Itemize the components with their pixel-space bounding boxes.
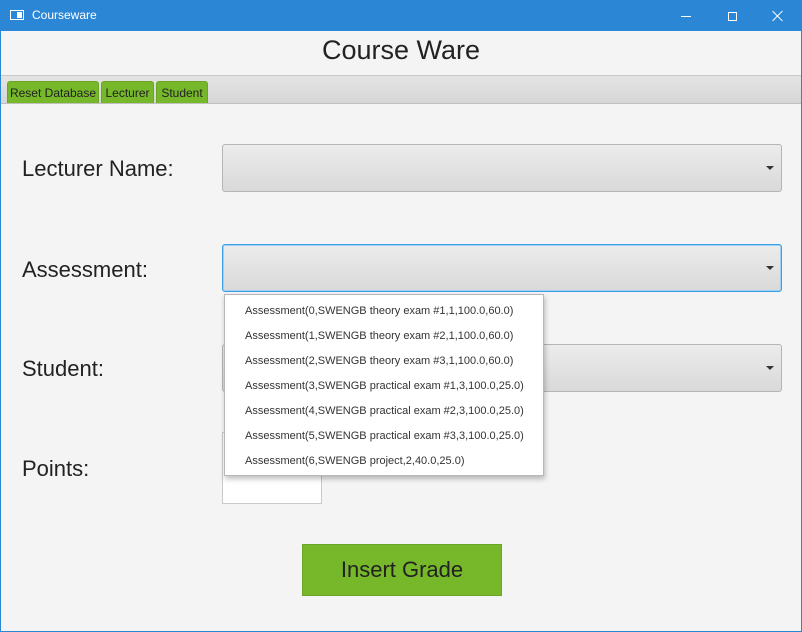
maximize-icon (727, 11, 737, 21)
close-button[interactable] (755, 1, 801, 31)
assessment-dropdown-list: Assessment(0,SWENGB theory exam #1,1,100… (224, 294, 544, 476)
dropdown-option[interactable]: Assessment(2,SWENGB theory exam #3,1,100… (245, 355, 513, 367)
assessment-label: Assessment: (22, 257, 148, 282)
lecturer-name-select[interactable] (222, 144, 782, 192)
tab-reset-database[interactable]: Reset Database (7, 81, 99, 103)
dropdown-option[interactable]: Assessment(4,SWENGB practical exam #2,3,… (245, 405, 524, 417)
chevron-down-icon (766, 166, 774, 170)
page-title: Course Ware (321, 35, 481, 65)
dropdown-option[interactable]: Assessment(1,SWENGB theory exam #2,1,100… (245, 330, 513, 342)
minimize-button[interactable] (663, 1, 709, 31)
tab-lecturer[interactable]: Lecturer (101, 81, 154, 103)
minimize-icon (681, 15, 691, 17)
close-icon (772, 10, 784, 22)
dropdown-option[interactable]: Assessment(6,SWENGB project,2,40.0,25.0) (245, 455, 464, 467)
app-window-icon (10, 10, 24, 20)
tab-student[interactable]: Student (156, 81, 208, 103)
dropdown-option[interactable]: Assessment(0,SWENGB theory exam #1,1,100… (245, 305, 513, 317)
title-bar[interactable]: Courseware (1, 1, 801, 31)
chevron-down-icon (766, 266, 774, 270)
lecturer-name-label: Lecturer Name: (22, 156, 174, 181)
window-title: Courseware (32, 8, 97, 22)
chevron-down-icon (766, 366, 774, 370)
student-label: Student: (22, 356, 104, 381)
assessment-select[interactable] (222, 244, 782, 292)
app-window: Courseware Course Ware Reset Database Le… (0, 0, 802, 632)
tab-bar: Reset Database Lecturer Student (1, 75, 801, 104)
maximize-button[interactable] (709, 1, 755, 31)
insert-grade-button[interactable]: Insert Grade (302, 544, 502, 596)
points-label: Points: (22, 456, 90, 481)
dropdown-option[interactable]: Assessment(5,SWENGB practical exam #3,3,… (245, 430, 524, 442)
dropdown-option[interactable]: Assessment(3,SWENGB practical exam #1,3,… (245, 380, 524, 392)
